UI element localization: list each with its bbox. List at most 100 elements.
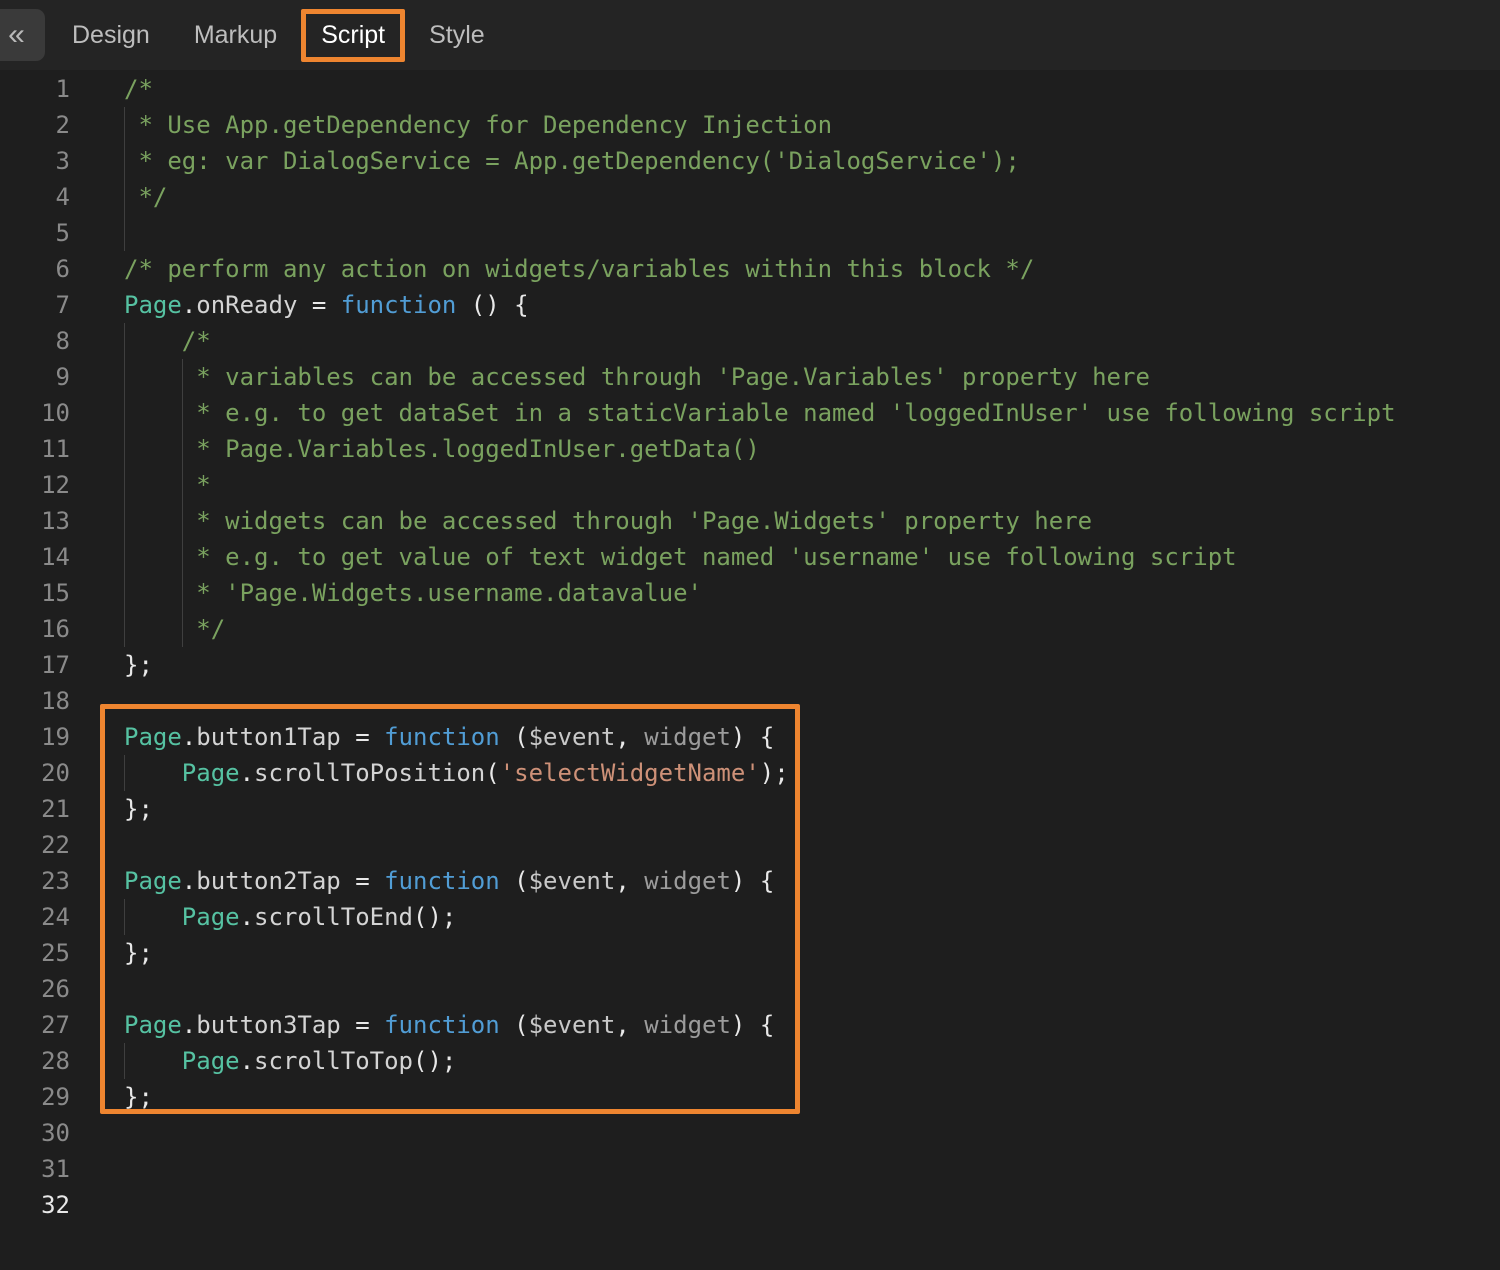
line-number: 30 xyxy=(0,1115,70,1151)
code-line[interactable]: 9 * variables can be accessed through 'P… xyxy=(0,359,1500,395)
code-text: * Page.Variables.loggedInUser.getData() xyxy=(124,431,760,467)
code-line[interactable]: 7 Page.onReady = function () { xyxy=(0,287,1500,323)
code-text: }; xyxy=(124,791,153,827)
tab-bar: « Design Markup Script Style xyxy=(0,0,1500,70)
line-number: 11 xyxy=(0,431,70,467)
code-text: /* xyxy=(124,323,211,359)
code-text: Page.button3Tap = function ($event, widg… xyxy=(124,1007,774,1043)
line-number: 6 xyxy=(0,251,70,287)
line-number: 8 xyxy=(0,323,70,359)
code-text: }; xyxy=(124,1079,153,1115)
line-number: 5 xyxy=(0,215,70,251)
code-line[interactable]: 24 Page.scrollToEnd(); xyxy=(0,899,1500,935)
line-number: 1 xyxy=(0,71,70,107)
line-number: 31 xyxy=(0,1151,70,1187)
code-text: /* xyxy=(124,71,153,107)
code-line[interactable]: 18 xyxy=(0,683,1500,719)
line-number: 4 xyxy=(0,179,70,215)
tab-style[interactable]: Style xyxy=(429,21,485,50)
code-line[interactable]: 10 * e.g. to get dataSet in a staticVari… xyxy=(0,395,1500,431)
code-line[interactable]: 25}; xyxy=(0,935,1500,971)
code-line[interactable]: 19 Page.button1Tap = function ($event, wi… xyxy=(0,719,1500,755)
script-editor[interactable]: 1/*2 * Use App.getDependency for Depende… xyxy=(0,70,1500,1270)
code-area: 1/*2 * Use App.getDependency for Depende… xyxy=(0,71,1500,1223)
line-number: 20 xyxy=(0,755,70,791)
code-line[interactable]: 8 /* xyxy=(0,323,1500,359)
code-text: */ xyxy=(124,611,225,647)
code-line[interactable]: 1 /* xyxy=(0,71,1500,107)
code-text: Page.scrollToEnd(); xyxy=(124,899,456,935)
code-line[interactable]: 26 xyxy=(0,971,1500,1007)
code-text: }; xyxy=(124,935,153,971)
chevron-double-left-icon: « xyxy=(8,18,25,52)
code-text: * e.g. to get dataSet in a staticVariabl… xyxy=(124,395,1396,431)
line-number: 9 xyxy=(0,359,70,395)
code-text: * eg: var DialogService = App.getDepende… xyxy=(124,143,1020,179)
code-text: }; xyxy=(124,647,153,683)
code-line[interactable]: 31 xyxy=(0,1151,1500,1187)
code-line[interactable]: 6 /* perform any action on widgets/variab… xyxy=(0,251,1500,287)
code-line[interactable]: 28 Page.scrollToTop(); xyxy=(0,1043,1500,1079)
tab-markup[interactable]: Markup xyxy=(194,21,277,50)
code-text: * variables can be accessed through 'Pag… xyxy=(124,359,1150,395)
code-line[interactable]: 21}; xyxy=(0,791,1500,827)
line-number: 7 xyxy=(0,287,70,323)
code-text: Page.scrollToPosition('selectWidgetName'… xyxy=(124,755,789,791)
code-text: * xyxy=(124,467,211,503)
line-number: 23 xyxy=(0,863,70,899)
code-text: * Use App.getDependency for Dependency I… xyxy=(124,107,832,143)
code-text: * e.g. to get value of text widget named… xyxy=(124,539,1237,575)
code-line[interactable]: 13 * widgets can be accessed through 'Pa… xyxy=(0,503,1500,539)
line-number: 18 xyxy=(0,683,70,719)
tab-design[interactable]: Design xyxy=(72,21,150,50)
line-number: 10 xyxy=(0,395,70,431)
code-line[interactable]: 4 */ xyxy=(0,179,1500,215)
line-number: 26 xyxy=(0,971,70,1007)
line-number: 12 xyxy=(0,467,70,503)
code-line[interactable]: 14 * e.g. to get value of text widget na… xyxy=(0,539,1500,575)
tab-list: Design Markup Script Style xyxy=(72,9,529,62)
code-text: Page.button1Tap = function ($event, widg… xyxy=(124,719,774,755)
code-text: Page.scrollToTop(); xyxy=(124,1043,456,1079)
line-number: 24 xyxy=(0,899,70,935)
code-line[interactable]: 29}; xyxy=(0,1079,1500,1115)
line-number: 28 xyxy=(0,1043,70,1079)
line-number: 25 xyxy=(0,935,70,971)
line-number: 21 xyxy=(0,791,70,827)
line-number: 32 xyxy=(0,1187,70,1223)
line-number: 16 xyxy=(0,611,70,647)
code-line[interactable]: 16 */ xyxy=(0,611,1500,647)
code-line[interactable]: 2 * Use App.getDependency for Dependency… xyxy=(0,107,1500,143)
collapse-panel-button[interactable]: « xyxy=(0,9,45,61)
code-text: /* perform any action on widgets/variabl… xyxy=(124,251,1034,287)
line-number: 2 xyxy=(0,107,70,143)
code-text: Page.onReady = function () { xyxy=(124,287,529,323)
code-line[interactable]: 3 * eg: var DialogService = App.getDepen… xyxy=(0,143,1500,179)
line-number: 27 xyxy=(0,1007,70,1043)
code-line[interactable]: 23 Page.button2Tap = function ($event, wi… xyxy=(0,863,1500,899)
code-line[interactable]: 32 xyxy=(0,1187,1500,1223)
line-number: 15 xyxy=(0,575,70,611)
code-line[interactable]: 12 * xyxy=(0,467,1500,503)
tab-script[interactable]: Script xyxy=(301,9,405,62)
code-text: */ xyxy=(124,179,167,215)
line-number: 13 xyxy=(0,503,70,539)
code-text: * widgets can be accessed through 'Page.… xyxy=(124,503,1092,539)
code-line[interactable]: 17}; xyxy=(0,647,1500,683)
code-text: Page.button2Tap = function ($event, widg… xyxy=(124,863,774,899)
code-line[interactable]: 15 * 'Page.Widgets.username.datavalue' xyxy=(0,575,1500,611)
line-number: 3 xyxy=(0,143,70,179)
code-line[interactable]: 5 xyxy=(0,215,1500,251)
code-line[interactable]: 30 xyxy=(0,1115,1500,1151)
indent-guide xyxy=(124,215,125,251)
code-line[interactable]: 27 Page.button3Tap = function ($event, wi… xyxy=(0,1007,1500,1043)
line-number: 17 xyxy=(0,647,70,683)
line-number: 29 xyxy=(0,1079,70,1115)
code-line[interactable]: 20 Page.scrollToPosition('selectWidgetNa… xyxy=(0,755,1500,791)
code-line[interactable]: 22 xyxy=(0,827,1500,863)
line-number: 14 xyxy=(0,539,70,575)
line-number: 19 xyxy=(0,719,70,755)
line-number: 22 xyxy=(0,827,70,863)
code-text: * 'Page.Widgets.username.datavalue' xyxy=(124,575,702,611)
code-line[interactable]: 11 * Page.Variables.loggedInUser.getData… xyxy=(0,431,1500,467)
